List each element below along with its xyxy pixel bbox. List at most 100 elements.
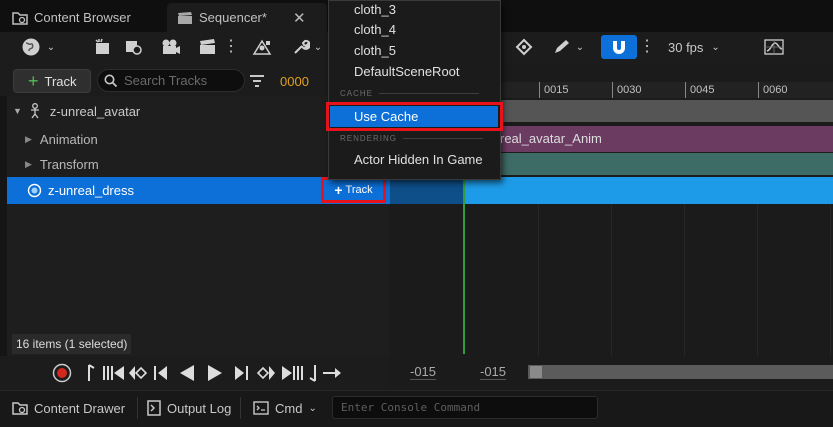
- section-divider: [403, 138, 484, 139]
- scrollbar-handle[interactable]: [530, 366, 542, 378]
- grid-line: [611, 204, 612, 356]
- step-forward-icon[interactable]: [233, 363, 249, 383]
- menu-section-cache: CACHE: [340, 89, 480, 98]
- output-log-button[interactable]: Output Log: [147, 396, 231, 420]
- loop-mode-icon[interactable]: [322, 363, 342, 383]
- tools-dropdown[interactable]: ⌄: [286, 35, 328, 59]
- chevron-down-icon: ⌄: [46, 41, 56, 53]
- dress-track-pre-range: [390, 177, 465, 204]
- magnet-icon: [610, 38, 628, 56]
- snap-toggle-button[interactable]: [601, 35, 637, 59]
- world-dropdown[interactable]: ⌄: [16, 35, 60, 59]
- camera-icon[interactable]: [158, 35, 184, 59]
- next-key-icon[interactable]: [256, 363, 276, 383]
- chevron-down-icon: ⌄: [313, 41, 323, 53]
- output-log-icon: [147, 400, 161, 416]
- ruler-tick: 0060: [758, 82, 787, 98]
- add-track-label: Track: [345, 184, 373, 196]
- menu-item-cloth-4[interactable]: cloth_4: [354, 20, 396, 40]
- track-label: z-unreal_dress: [48, 183, 134, 198]
- curve-editor-icon[interactable]: [762, 35, 786, 59]
- menu-item-default-scene-root[interactable]: DefaultSceneRoot: [354, 62, 460, 82]
- outliner-status: 16 items (1 selected): [12, 334, 132, 354]
- tab-label: Sequencer*: [199, 10, 267, 25]
- globe-icon: [21, 37, 41, 57]
- track-label: z-unreal_avatar: [49, 103, 141, 119]
- menu-item-use-cache[interactable]: Use Cache: [330, 106, 498, 127]
- add-track-label: Track: [44, 73, 77, 89]
- chevron-down-icon: ⌄: [575, 41, 585, 53]
- output-log-label: Output Log: [167, 400, 232, 416]
- previous-key-icon[interactable]: [128, 363, 148, 383]
- console-command-input[interactable]: Enter Console Command: [332, 396, 598, 419]
- caret-down-icon[interactable]: ▼: [13, 106, 22, 116]
- timeline-scrollbar[interactable]: [528, 365, 833, 379]
- pencil-icon: [552, 38, 572, 56]
- skeletal-mesh-icon: [28, 103, 42, 119]
- menu-section-rendering: RENDERING: [340, 134, 484, 143]
- close-icon[interactable]: ✕: [293, 9, 306, 27]
- dress-section[interactable]: [465, 177, 833, 204]
- framerate-dropdown[interactable]: 30 fps ⌄: [662, 35, 742, 59]
- caret-right-icon[interactable]: ▶: [25, 134, 32, 145]
- cmd-label: Cmd: [275, 400, 303, 416]
- wrench-icon: [292, 38, 310, 56]
- dress-add-track-button[interactable]: + Track: [321, 177, 386, 203]
- current-frame-value[interactable]: 0000: [280, 74, 309, 89]
- render-movie-icon[interactable]: [196, 35, 220, 59]
- grid-line: [830, 204, 831, 356]
- ruler-tick: 0030: [612, 82, 641, 98]
- tab-label: Content Browser: [34, 10, 131, 25]
- set-end-icon[interactable]: [308, 363, 318, 383]
- ruler-tick: 0015: [539, 82, 568, 98]
- add-track-button[interactable]: + Track: [13, 69, 91, 93]
- edit-dropdown[interactable]: ⌄: [548, 35, 588, 59]
- jump-to-end-icon[interactable]: [280, 363, 304, 383]
- framerate-label: 30 fps: [668, 39, 704, 55]
- play-reverse-icon[interactable]: [178, 363, 196, 383]
- menu-item-cloth-5[interactable]: cloth_5: [354, 41, 396, 61]
- jump-to-start-icon[interactable]: [102, 363, 126, 383]
- snap-options-icon[interactable]: ⋮: [639, 35, 655, 59]
- grid-line: [684, 204, 685, 356]
- content-drawer-label: Content Drawer: [34, 400, 126, 416]
- caret-right-icon[interactable]: ▶: [25, 159, 32, 170]
- chevron-down-icon: ⌄: [711, 41, 720, 53]
- search-placeholder: Search Tracks: [124, 73, 208, 88]
- geometry-cache-icon: [27, 183, 42, 198]
- plus-icon: +: [334, 182, 343, 198]
- set-start-icon[interactable]: [86, 363, 96, 383]
- clapperboard-icon: [177, 11, 193, 25]
- tab-sequencer[interactable]: Sequencer* ✕: [167, 3, 327, 32]
- ruler-tick: 0045: [685, 82, 714, 98]
- more-options-icon[interactable]: ⋮: [223, 35, 239, 59]
- play-icon[interactable]: [206, 363, 224, 383]
- save-sequence-icon[interactable]: [92, 35, 114, 59]
- actions-icon[interactable]: [248, 35, 276, 59]
- tab-content-browser[interactable]: Content Browser: [2, 3, 162, 32]
- section-header: CACHE: [340, 89, 374, 98]
- grid-line: [538, 204, 539, 356]
- view-range-end[interactable]: -015: [480, 364, 507, 380]
- step-back-icon[interactable]: [153, 363, 169, 383]
- track-label: Transform: [39, 156, 99, 172]
- terminal-icon: [253, 401, 269, 415]
- key-icon[interactable]: [512, 35, 536, 59]
- plus-icon: +: [28, 71, 39, 91]
- divider: [240, 397, 241, 419]
- menu-item-cloth-3[interactable]: cloth_3: [354, 0, 396, 20]
- section-divider: [379, 93, 480, 94]
- folder-icon: [12, 11, 28, 25]
- view-range-start[interactable]: -015: [410, 364, 437, 380]
- content-drawer-icon: [12, 401, 28, 415]
- filter-icon[interactable]: [249, 73, 265, 89]
- section-header: RENDERING: [340, 134, 398, 143]
- cmd-dropdown[interactable]: Cmd ⌄: [253, 396, 317, 420]
- grid-line: [757, 204, 758, 356]
- menu-item-actor-hidden-in-game[interactable]: Actor Hidden In Game: [354, 150, 483, 170]
- search-tracks-input[interactable]: Search Tracks: [97, 69, 245, 92]
- find-in-content-browser-icon[interactable]: [122, 35, 146, 59]
- track-label: Animation: [39, 131, 98, 147]
- content-drawer-button[interactable]: Content Drawer: [12, 396, 125, 420]
- record-button[interactable]: [52, 363, 72, 383]
